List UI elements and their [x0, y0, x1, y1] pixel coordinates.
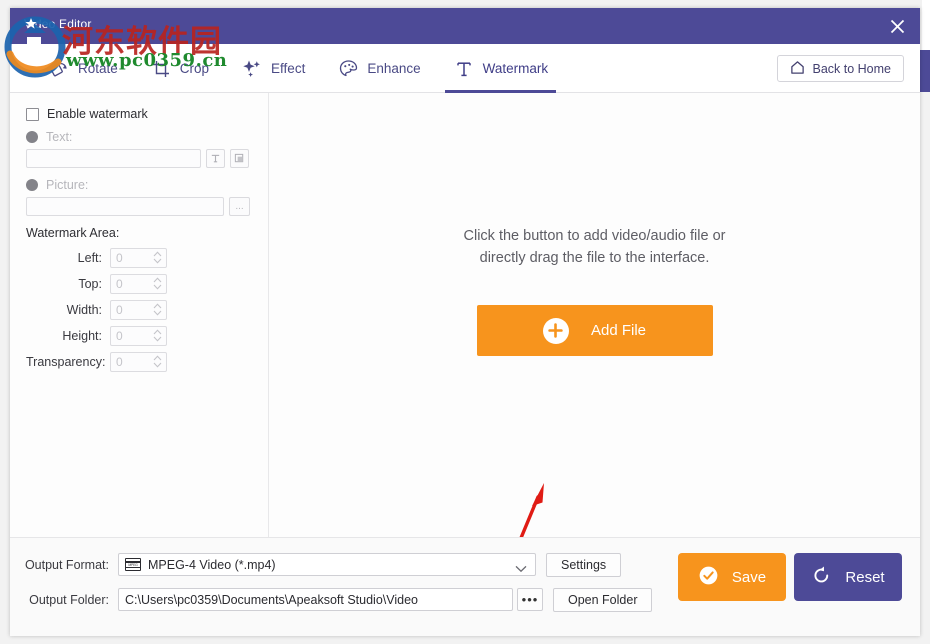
editor-body: Enable watermark Text: Picture: ... Wate…	[10, 93, 920, 605]
field-width-row: Width: 0	[26, 300, 252, 320]
watermark-area-label: Watermark Area:	[26, 226, 120, 240]
window-title: Video Editor	[24, 17, 92, 31]
preview-dropzone[interactable]: Click the button to add video/audio file…	[269, 93, 920, 537]
film-strip-icon: MPEG	[125, 558, 141, 571]
tab-effect-label: Effect	[271, 61, 306, 76]
field-height-row: Height: 0	[26, 326, 252, 346]
drop-instructions-line2: directly drag the file to the interface.	[479, 249, 710, 266]
text-radio-row[interactable]: Text:	[26, 130, 252, 144]
settings-button[interactable]: Settings	[546, 552, 622, 577]
editor-toolbar: Rotate Crop Effect Enhance Watermark Bac…	[10, 44, 920, 93]
text-font-button[interactable]	[206, 149, 225, 168]
output-folder-input[interactable]: C:\Users\pc0359\Documents\Apeaksoft Stud…	[118, 588, 513, 611]
field-transparency-row: Transparency: 0	[26, 352, 252, 372]
picture-browse-button[interactable]: ...	[229, 197, 250, 216]
field-left-value: 0	[116, 251, 123, 265]
home-icon	[790, 60, 805, 78]
reset-button[interactable]: Reset	[794, 553, 902, 601]
drop-instructions: Click the button to add video/audio file…	[269, 226, 920, 270]
tab-enhance-label: Enhance	[367, 61, 421, 76]
field-transparency-label: Transparency:	[26, 355, 106, 369]
tab-bar: Rotate Crop Effect Enhance Watermark	[32, 44, 564, 93]
add-file-button[interactable]: Add File	[476, 305, 713, 356]
output-folder-label: Output Folder:	[29, 592, 109, 607]
picture-radio-row[interactable]: Picture:	[26, 178, 252, 192]
field-transparency-spinner[interactable]: 0	[110, 352, 167, 372]
field-top-stepper[interactable]	[153, 277, 162, 290]
font-t-icon	[211, 154, 220, 163]
text-t-icon	[453, 58, 475, 80]
field-top-spinner[interactable]: 0	[110, 274, 167, 294]
field-width-spinner[interactable]: 0	[110, 300, 167, 320]
picture-radio-button[interactable]	[26, 179, 38, 191]
sparkle-icon	[241, 58, 263, 80]
picture-input-row: ...	[26, 197, 252, 216]
output-format-label: Output Format:	[24, 557, 109, 572]
text-color-button[interactable]	[230, 149, 249, 168]
refresh-icon	[811, 565, 832, 590]
field-top-value: 0	[116, 277, 123, 291]
drop-instructions-line1: Click the button to add video/audio file…	[463, 228, 726, 244]
field-transparency-value: 0	[116, 355, 123, 369]
field-transparency-stepper[interactable]	[153, 355, 162, 368]
watermark-settings-panel: Enable watermark Text: Picture: ... Wate…	[10, 93, 269, 537]
save-button[interactable]: Save	[678, 553, 786, 601]
enable-watermark-checkbox[interactable]	[26, 107, 39, 121]
browse-folder-button[interactable]: •••	[517, 588, 543, 611]
video-editor-window: Video Editor Rotate Crop Effect Enhance …	[10, 8, 920, 636]
close-button[interactable]	[874, 8, 920, 44]
plus-icon	[542, 317, 569, 344]
tab-rotate-label: Rotate	[78, 61, 118, 76]
background-window-edge	[920, 50, 930, 92]
save-label: Save	[731, 568, 767, 586]
tab-enhance[interactable]: Enhance	[321, 44, 436, 93]
tab-effect[interactable]: Effect	[225, 44, 321, 93]
field-height-label: Height:	[62, 329, 102, 343]
text-radio-label: Text:	[46, 130, 73, 144]
check-circle-icon	[698, 565, 719, 590]
field-height-value: 0	[116, 329, 123, 343]
field-height-spinner[interactable]: 0	[110, 326, 167, 346]
field-left-spinner[interactable]: 0	[110, 248, 167, 268]
open-folder-button[interactable]: Open Folder	[553, 587, 653, 612]
title-bar: Video Editor	[10, 8, 920, 44]
field-height-stepper[interactable]	[153, 329, 162, 342]
color-swatch-icon	[234, 153, 244, 163]
back-to-home-button[interactable]: Back to Home	[777, 55, 904, 82]
field-width-value: 0	[116, 303, 123, 317]
output-footer: Output Format: MPEG MPEG-4 Video (*.mp4)…	[10, 537, 920, 636]
field-left-row: Left: 0	[26, 248, 252, 268]
palette-icon	[337, 58, 359, 80]
background-window-edge-top	[922, 0, 930, 50]
add-file-label: Add File	[590, 322, 647, 339]
watermark-picture-input[interactable]	[26, 197, 224, 216]
close-icon	[890, 19, 904, 33]
field-width-stepper[interactable]	[153, 303, 162, 316]
back-to-home-label: Back to Home	[812, 61, 891, 76]
tab-watermark-label: Watermark	[482, 61, 549, 76]
output-format-value: MPEG-4 Video (*.mp4)	[148, 557, 276, 572]
field-top-label: Top:	[78, 277, 102, 291]
tab-rotate[interactable]: Rotate	[32, 44, 134, 93]
tab-crop-label: Crop	[179, 61, 210, 76]
tab-crop[interactable]: Crop	[134, 44, 225, 93]
crop-icon	[150, 58, 172, 80]
enable-watermark-label: Enable watermark	[47, 107, 148, 121]
field-left-label: Left:	[77, 251, 102, 265]
watermark-text-input[interactable]	[26, 149, 201, 168]
reset-label: Reset	[845, 568, 885, 586]
chevron-down-icon	[515, 560, 527, 578]
field-width-label: Width:	[66, 303, 102, 317]
field-left-stepper[interactable]	[153, 251, 162, 264]
enable-watermark-row[interactable]: Enable watermark	[26, 107, 252, 121]
screen-root: Video Editor Rotate Crop Effect Enhance …	[0, 0, 930, 644]
field-top-row: Top: 0	[26, 274, 252, 294]
format-badge: MPEG	[126, 562, 140, 567]
tab-watermark[interactable]: Watermark	[437, 44, 565, 93]
picture-radio-label: Picture:	[46, 178, 89, 192]
text-radio-button[interactable]	[26, 131, 38, 143]
rotate-icon	[48, 58, 70, 80]
text-input-row	[26, 149, 252, 168]
output-format-select[interactable]: MPEG MPEG-4 Video (*.mp4)	[118, 553, 536, 576]
